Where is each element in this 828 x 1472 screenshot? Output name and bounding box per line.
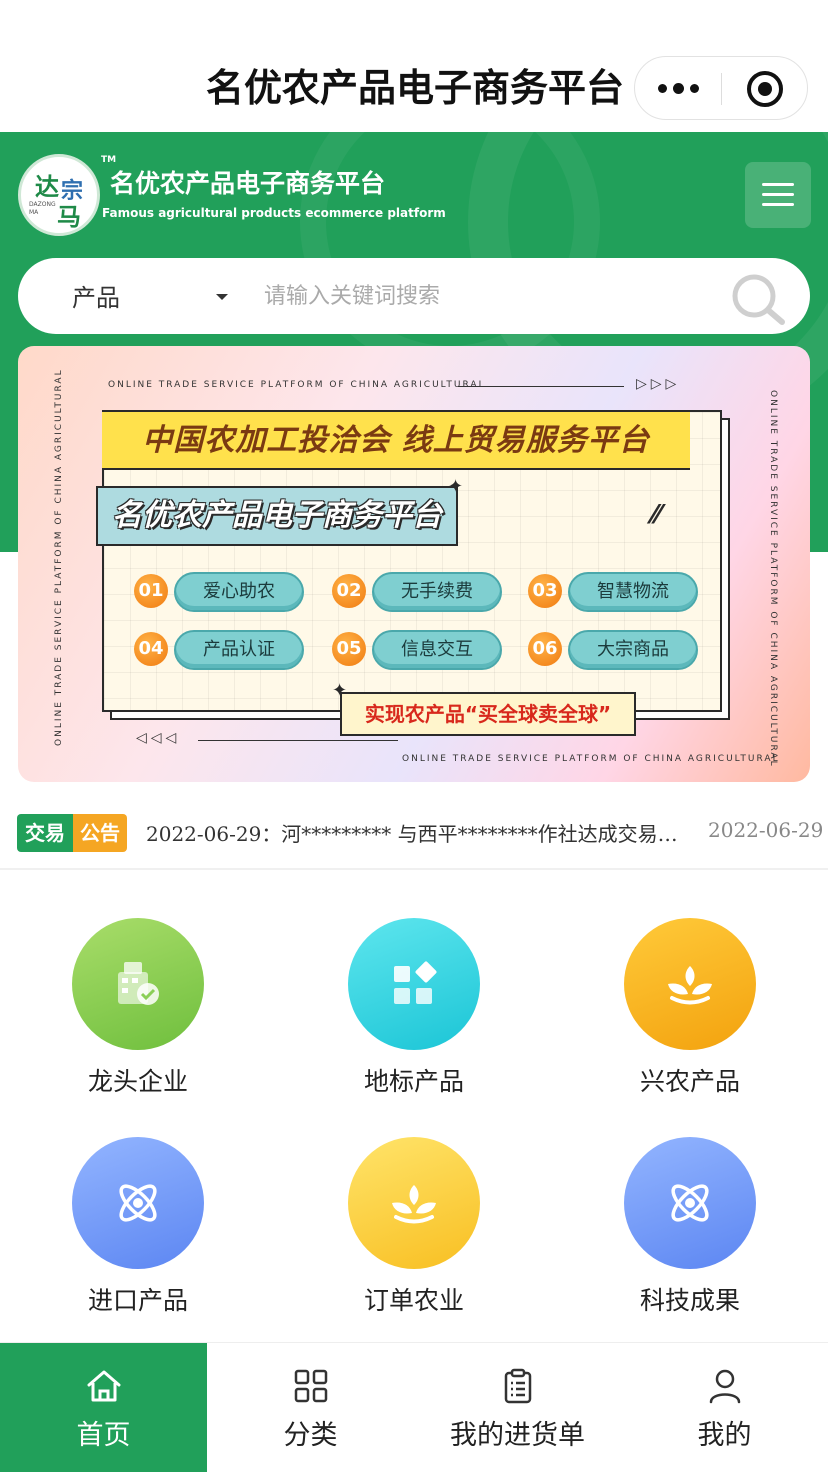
logo-char: 达 [35,172,59,201]
page-title: 名优农产品电子商务平台 [206,66,625,110]
grid-item-leading-enterprises[interactable]: 龙头企业 [38,918,238,1108]
notice-date: 2022-06-29 [708,818,824,842]
banner-headline: 中国农加工投洽会 线上贸易服务平台 [102,412,690,470]
logo-subtext: DAZONG MA [29,201,56,216]
tab-label: 我的 [697,1420,752,1451]
sparkle-icon: ✦ [448,476,464,497]
enterprise-building-icon [118,962,159,1005]
wheat-sprout-icon [624,918,756,1050]
category-grid-icon [294,1369,328,1403]
banner-slogan: 实现农产品“买全球卖全球” [340,692,636,736]
feature-label: 无手续费 [372,572,502,612]
atom-icon [671,1184,709,1222]
trade-notice-bar[interactable]: 交易 公告 2022-06-29：河********* 与西平********作… [0,806,828,862]
banner-feature: 06 大宗商品 [528,630,700,672]
banner-platform-title: 名优农产品电子商务平台 [96,486,458,546]
grid-item-label: 订单农业 [363,1286,464,1315]
clipboard-list-icon [504,1368,532,1404]
tab-category[interactable]: 分类 [207,1343,414,1472]
feature-number: 01 [134,574,168,608]
notice-tag-announcement: 公告 [73,814,127,852]
more-options-button[interactable] [635,57,721,119]
feature-label: 爱心助农 [174,572,304,612]
menu-bar [762,203,794,206]
banner-feature: 04 产品认证 [134,630,306,672]
banner-english-text: ONLINE TRADE SERVICE PLATFORM OF CHINA A… [402,754,780,764]
feature-number: 06 [528,632,562,666]
grid-item-label: 科技成果 [639,1286,740,1315]
banner-line [458,386,624,387]
search-category-select[interactable]: 产品 [72,278,120,313]
menu-bar [762,193,794,196]
banner-feature: 02 无手续费 [332,572,504,614]
brand-logo[interactable]: 达 宗 马 DAZONG MA TM [18,154,116,236]
banner-arrows-right: ▷▷▷ [636,376,681,392]
tab-label: 我的进货单 [450,1420,585,1451]
tab-label: 首页 [76,1420,131,1451]
tab-label: 分类 [283,1420,338,1451]
mini-program-title-bar: 名优农产品电子商务平台 [0,0,828,132]
banner-feature: 03 智慧物流 [528,572,700,614]
hamburger-menu-icon[interactable] [745,162,811,228]
banner-arrows-left: ◁◁◁ [136,730,181,746]
search-input[interactable] [264,276,704,316]
banner-feature: 05 信息交互 [332,630,504,672]
tab-purchase-list[interactable]: 我的进货单 [414,1343,621,1472]
apps-grid-icon [348,918,480,1050]
grid-item-tech-achievements[interactable]: 科技成果 [590,1137,790,1327]
capsule-menu [634,56,808,120]
bottom-tab-bar: 首页 分类 我的进货单 我的 [0,1342,828,1472]
wheat-sprout-icon [348,1137,480,1269]
atom-icon [624,1137,756,1269]
feature-label: 产品认证 [174,630,304,670]
more-dot-icon [672,82,684,94]
grid-item-agri-products[interactable]: 兴农产品 [590,918,790,1108]
user-icon [709,1369,741,1404]
burst-lines-icon: ⁄⁄ [652,500,661,530]
enterprise-building-icon [72,918,204,1050]
feature-label: 智慧物流 [568,572,698,612]
apps-grid-icon [394,961,437,1004]
banner-feature: 01 爱心助农 [134,572,306,614]
chevron-down-icon[interactable] [216,294,228,300]
notice-tag-trade: 交易 [17,814,73,852]
banner-english-text: ONLINE TRADE SERVICE PLATFORM OF CHINA A… [54,368,64,746]
feature-number: 02 [332,574,366,608]
grid-item-label: 兴农产品 [639,1067,740,1096]
wheat-sprout-icon [668,966,712,1005]
search-icon[interactable] [728,270,788,326]
grid-item-order-agriculture[interactable]: 订单农业 [314,1137,514,1327]
feature-label: 信息交互 [372,630,502,670]
feature-label: 大宗商品 [568,630,698,670]
capsule-divider [721,73,722,105]
tab-mine[interactable]: 我的 [621,1343,828,1472]
banner-line [198,740,398,741]
tab-home[interactable]: 首页 [0,1343,207,1472]
brand-name: 名优农产品电子商务平台 [110,169,386,198]
grid-item-label: 龙头企业 [87,1067,188,1096]
feature-number: 03 [528,574,562,608]
brand-english-name: Famous agricultural products ecommerce p… [102,206,446,220]
section-divider [0,868,828,870]
close-miniprogram-icon[interactable] [747,71,783,107]
feature-number: 05 [332,632,366,666]
wheat-sprout-icon [392,1185,436,1224]
banner-english-text: ONLINE TRADE SERVICE PLATFORM OF CHINA A… [108,380,486,390]
banner-english-text: ONLINE TRADE SERVICE PLATFORM OF CHINA A… [768,390,778,768]
grid-item-landmark-products[interactable]: 地标产品 [314,918,514,1108]
search-bar: 产品 [18,258,810,334]
grid-item-label: 进口产品 [87,1286,188,1315]
more-dot-icon [657,83,667,93]
notice-text[interactable]: 2022-06-29：河********* 与西平********作社达成交易… [146,818,706,847]
grid-item-label: 地标产品 [363,1067,464,1096]
atom-icon [72,1137,204,1269]
atom-icon [119,1184,157,1222]
feature-number: 04 [134,632,168,666]
menu-bar [762,183,794,186]
promo-banner[interactable]: ONLINE TRADE SERVICE PLATFORM OF CHINA A… [18,346,810,782]
logo-char: 马 [57,202,81,231]
grid-item-imported-products[interactable]: 进口产品 [38,1137,238,1327]
home-icon [87,1370,121,1402]
more-dot-icon [689,83,699,93]
